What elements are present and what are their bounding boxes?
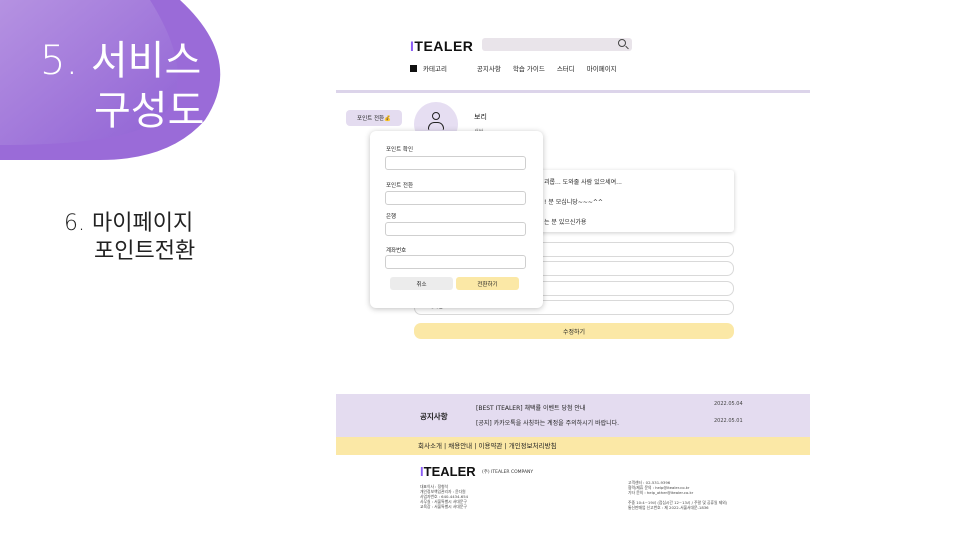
point-convert-button[interactable]: 포인트 전환💰 xyxy=(346,110,402,126)
website-mockup: ITEALER 카테고리 공지사항 학습 가이드 스터디 마이페이지 포인트 전… xyxy=(336,30,810,530)
nav-item-notice[interactable]: 공지사항 xyxy=(477,63,501,73)
nav-item-mypage[interactable]: 마이페이지 xyxy=(587,63,617,73)
notice-section: 공지사항 [BEST ITEALER] 채택률 이벤트 당첨 안내 2022.0… xyxy=(336,394,810,437)
slide-title: 5. 서비스 구성도 xyxy=(40,36,204,136)
footer-company-info: 대표이사 : 정형석 개인정보책임관리자 : 윤다원 사업자번호 : 640-4… xyxy=(420,484,469,509)
message-box: 괴롭... 도와줄 사람 있으세여... ! 분 모십니당~~~^^ 는 분 있… xyxy=(536,170,734,232)
label-point-convert: 포인트 전환 xyxy=(386,183,414,189)
notice-item[interactable]: [공지] 카카오톡을 사칭하는 계정을 주의하시기 바랍니다. xyxy=(476,418,619,427)
point-convert-modal: 포인트 확인 포인트 전환 은행 계좌번호 취소 전환하기 xyxy=(370,131,543,308)
submit-button[interactable]: 수정하기 xyxy=(414,323,734,339)
label-point-check: 포인트 확인 xyxy=(386,147,414,153)
search-input[interactable] xyxy=(482,38,632,51)
user-name: 보리 xyxy=(474,113,487,121)
slide-title-line1: 5. 서비스 xyxy=(40,38,202,84)
slide-title-line2: 구성도 xyxy=(94,88,205,134)
footer-logo: ITEALER xyxy=(420,464,476,479)
main-nav: 카테고리 공지사항 학습 가이드 스터디 마이페이지 xyxy=(410,63,629,73)
nav-divider xyxy=(336,90,810,93)
label-account: 계좌번호 xyxy=(386,248,407,254)
notice-date: 2022.05.01 xyxy=(714,418,743,424)
nav-category[interactable]: 카테고리 xyxy=(423,63,447,73)
footer-contact-info: 고객센터 : 02-531-9396 협력/제휴 문의 : help@iteal… xyxy=(628,480,728,510)
nav-item-guide[interactable]: 학습 가이드 xyxy=(513,63,545,73)
footer-company: (주) ITEALER COMPANY xyxy=(482,470,534,475)
bank-input[interactable] xyxy=(385,222,526,236)
footer-links[interactable]: 회사소개 | 채용안내 | 이용약관 | 개인정보처리방침 xyxy=(336,437,810,455)
point-check-input[interactable] xyxy=(385,156,526,170)
convert-button[interactable]: 전환하기 xyxy=(456,277,519,290)
notice-title: 공지사항 xyxy=(420,412,448,421)
account-input[interactable] xyxy=(385,255,526,269)
message-line: 괴롭... 도와줄 사람 있으세여... xyxy=(544,179,622,186)
slide-subtitle: 6. 마이페이지 포인트전환 xyxy=(64,210,195,266)
slide-subtitle-line1: 6. 마이페이지 xyxy=(64,211,194,236)
message-line: ! 분 모십니당~~~^^ xyxy=(544,199,603,206)
label-bank: 은행 xyxy=(386,214,397,220)
search-icon[interactable] xyxy=(618,39,626,47)
slide: 5. 서비스 구성도 6. 마이페이지 포인트전환 ITEALER 카테고리 공… xyxy=(0,0,960,540)
menu-square-icon[interactable] xyxy=(410,64,417,72)
nav-item-study[interactable]: 스터디 xyxy=(557,63,575,73)
notice-item[interactable]: [BEST ITEALER] 채택률 이벤트 당첨 안내 xyxy=(476,403,585,412)
cancel-button[interactable]: 취소 xyxy=(390,277,453,290)
slide-subtitle-line2: 포인트전환 xyxy=(94,239,196,264)
notice-date: 2022.05.04 xyxy=(714,401,743,407)
site-logo[interactable]: ITEALER xyxy=(410,38,473,54)
point-convert-input[interactable] xyxy=(385,191,526,205)
message-line: 는 분 있으신가용 xyxy=(544,219,587,226)
user-icon xyxy=(432,112,440,120)
